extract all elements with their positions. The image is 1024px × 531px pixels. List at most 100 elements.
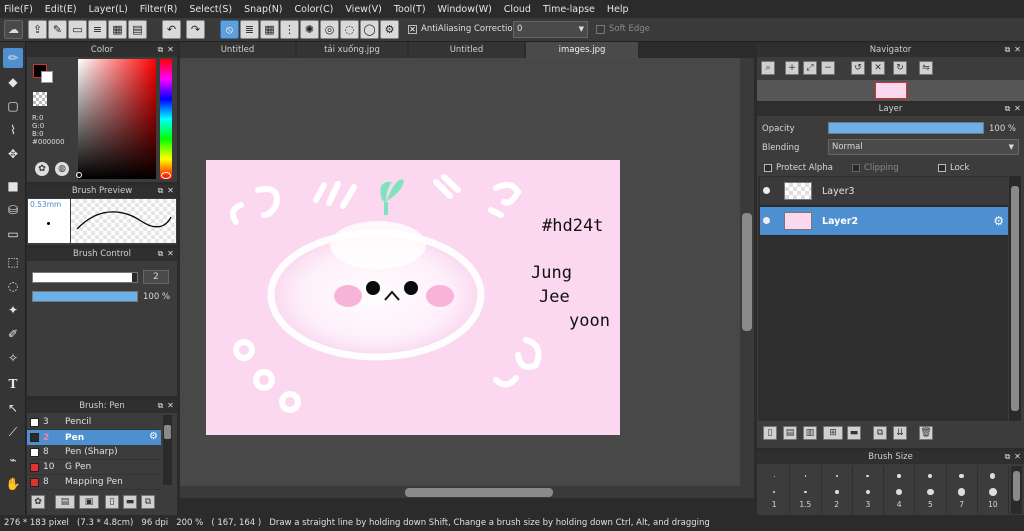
add-layer-menu-icon[interactable]: ⊞ xyxy=(823,426,843,440)
select-pen-icon[interactable]: ✐ xyxy=(3,324,23,344)
move-tool-icon[interactable]: ✥ xyxy=(3,144,23,164)
redo-button[interactable]: ↷ xyxy=(186,20,205,39)
grid-icon[interactable]: ▦ xyxy=(108,20,127,39)
brush-size-cell[interactable]: 2 xyxy=(821,466,853,514)
tab-tai-xuong[interactable]: tải xuống.jpg xyxy=(297,42,407,58)
rotate-left-icon[interactable]: ↺ xyxy=(851,61,865,75)
hue-slider[interactable] xyxy=(160,59,172,179)
layer-folder-icon[interactable]: ▬ xyxy=(847,426,861,440)
tab-untitled-2[interactable]: Untitled xyxy=(409,42,524,58)
gear-icon[interactable]: ⚙ xyxy=(993,214,1004,228)
undo-button[interactable]: ↶ xyxy=(162,20,181,39)
list-icon[interactable]: ≡ xyxy=(88,20,107,39)
canvas-vertical-scrollbar[interactable] xyxy=(740,58,754,486)
close-icon[interactable]: ✕ xyxy=(166,401,175,411)
speech-icon[interactable]: ✎ xyxy=(48,20,67,39)
close-icon[interactable]: ✕ xyxy=(1013,104,1022,114)
brush-size-cell[interactable]: 5 xyxy=(915,466,947,514)
zoom-out-icon[interactable]: − xyxy=(821,61,835,75)
eyedropper-tool-icon[interactable]: ⌁ xyxy=(3,450,23,470)
layer-row[interactable]: Layer3 xyxy=(760,177,1008,206)
snap-settings-icon[interactable]: ⚙ xyxy=(380,20,399,39)
brush-list-item[interactable]: 8 Mapping Pen xyxy=(27,475,161,490)
rotate-right-icon[interactable]: ↻ xyxy=(893,61,907,75)
brush-size-cell[interactable]: 3 xyxy=(852,466,884,514)
popout-icon[interactable]: ⧉ xyxy=(156,45,165,55)
brush-size-cell[interactable]: 4 xyxy=(884,466,916,514)
brush-list-scrollbar[interactable] xyxy=(163,415,172,485)
snap-grid-icon[interactable]: ▦ xyxy=(260,20,279,39)
brush-folder-icon[interactable]: ▬ xyxy=(123,495,137,509)
horizontal-scroll-thumb[interactable] xyxy=(405,488,553,497)
menu-item[interactable]: Snap(N) xyxy=(244,4,282,15)
menu-item[interactable]: Select(S) xyxy=(189,4,232,15)
flip-icon[interactable]: ⇋ xyxy=(919,61,933,75)
select-eraser-icon[interactable]: ✧ xyxy=(3,348,23,368)
hue-slider-handle[interactable] xyxy=(161,172,171,179)
brush-tool-icon[interactable]: ✏ xyxy=(3,48,23,68)
correction-select[interactable]: 0 ▼ xyxy=(513,21,588,38)
comment-icon[interactable]: ▭ xyxy=(68,20,87,39)
tab-images-jpg[interactable]: images.jpg xyxy=(526,42,638,58)
brush-list-item[interactable]: 8 Pen (Sharp) xyxy=(27,445,161,460)
antialiasing-checkbox[interactable]: ✕ AntiAliasing xyxy=(408,24,471,34)
rotate-reset-icon[interactable]: ✕ xyxy=(871,61,885,75)
tab-untitled-1[interactable]: Untitled xyxy=(180,42,295,58)
export-icon[interactable]: ⇪ xyxy=(28,20,47,39)
fill-rect-icon[interactable]: ■ xyxy=(3,176,23,196)
brush-size-slider[interactable] xyxy=(32,272,138,283)
merge-layer-icon[interactable]: ⇊ xyxy=(893,426,907,440)
menu-item[interactable]: Tool(T) xyxy=(394,4,426,15)
menu-item[interactable]: Time-lapse xyxy=(543,4,595,15)
sub-color-swatch[interactable] xyxy=(41,71,53,83)
smudge-tool-icon[interactable]: ⌇ xyxy=(3,120,23,140)
select-tool-icon[interactable]: ⬚ xyxy=(3,252,23,272)
gear-icon[interactable]: ⚙ xyxy=(149,431,158,442)
menu-item[interactable]: Color(C) xyxy=(295,4,334,15)
bucket-tool-icon[interactable]: ⛁ xyxy=(3,200,23,220)
snap-crisscross-icon[interactable]: ⋮ xyxy=(280,20,299,39)
menu-item[interactable]: View(V) xyxy=(345,4,381,15)
select-rect-icon[interactable]: ▢ xyxy=(3,96,23,116)
new-layer-icon[interactable]: ▯ xyxy=(763,426,777,440)
close-icon[interactable]: ✕ xyxy=(166,186,175,196)
snap-circle-icon[interactable]: ◎ xyxy=(320,20,339,39)
menu-item[interactable]: Filter(R) xyxy=(140,4,178,15)
color-sv-picker[interactable] xyxy=(78,59,156,179)
canvas-horizontal-scrollbar[interactable] xyxy=(180,486,754,498)
color-wheel-icon[interactable]: ◍ xyxy=(55,162,69,176)
cloud-icon[interactable]: ☁ xyxy=(4,20,23,39)
eraser-tool-icon[interactable]: ◆ xyxy=(3,72,23,92)
zoom-fit-icon[interactable]: ⌕ xyxy=(761,61,775,75)
menu-item[interactable]: Edit(E) xyxy=(45,4,77,15)
brush-duplicate-icon[interactable]: ⧉ xyxy=(141,495,155,509)
brush-size-scroll-thumb[interactable] xyxy=(1013,471,1020,501)
popout-icon[interactable]: ⧉ xyxy=(156,186,165,196)
visibility-icon[interactable] xyxy=(763,217,770,224)
new-layer-8bit-icon[interactable]: ▤ xyxy=(783,426,797,440)
brush-import-icon[interactable]: ▣ xyxy=(79,495,99,509)
navigator-preview[interactable] xyxy=(757,80,1024,101)
brush-size-value[interactable]: 2 xyxy=(143,270,169,284)
popout-icon[interactable]: ⧉ xyxy=(1003,452,1012,462)
close-icon[interactable]: ✕ xyxy=(166,45,175,55)
clipping-checkbox[interactable]: Clipping xyxy=(852,163,899,173)
close-icon[interactable]: ✕ xyxy=(1013,452,1022,462)
divide-tool-icon[interactable]: ⟋ xyxy=(3,422,23,442)
protect-alpha-checkbox[interactable]: Protect Alpha xyxy=(764,163,833,173)
canvas-area[interactable]: #hd24t Jung Jee yoon xyxy=(180,58,754,498)
popout-icon[interactable]: ⧉ xyxy=(156,401,165,411)
blending-select[interactable]: Normal ▼ xyxy=(828,139,1019,155)
menu-item[interactable]: Layer(L) xyxy=(89,4,128,15)
popout-icon[interactable]: ⧉ xyxy=(1003,45,1012,55)
duplicate-layer-icon[interactable]: ⧉ xyxy=(873,426,887,440)
brush-opacity-slider[interactable] xyxy=(32,291,138,302)
hand-tool-icon[interactable]: ✋ xyxy=(3,474,23,494)
popout-icon[interactable]: ⧉ xyxy=(1003,104,1012,114)
zoom-in-icon[interactable]: + xyxy=(785,61,799,75)
menu-item[interactable]: Cloud xyxy=(504,4,531,15)
menu-item[interactable]: File(F) xyxy=(4,4,33,15)
document-icon[interactable]: ▤ xyxy=(128,20,147,39)
brush-size-cell[interactable]: 1 xyxy=(759,466,791,514)
brush-menu-icon[interactable]: ▤ xyxy=(55,495,75,509)
